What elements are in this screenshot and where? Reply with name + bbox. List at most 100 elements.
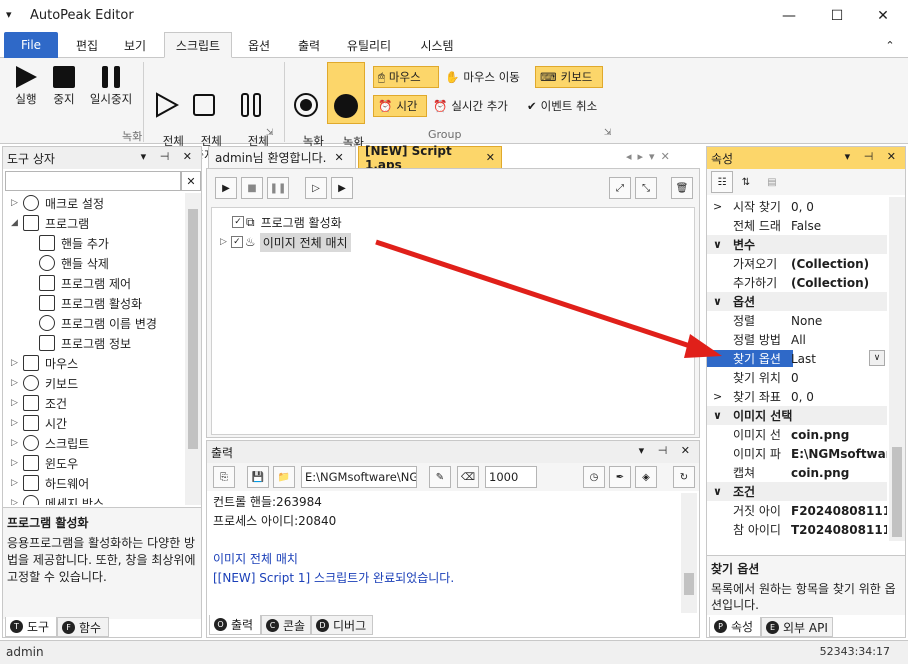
property-value[interactable]: Last: [791, 352, 816, 366]
close-button[interactable]: ✕: [860, 0, 906, 32]
toolbox-item[interactable]: ▷ 마우스: [11, 353, 78, 373]
script-run-button[interactable]: ▶: [215, 177, 237, 199]
expand-caret-icon[interactable]: ▷: [220, 237, 227, 247]
pen-icon[interactable]: ✒: [609, 466, 631, 488]
expand-caret-icon[interactable]: ▷: [11, 378, 23, 388]
property-pages-icon[interactable]: ▤: [761, 171, 783, 193]
tab-output[interactable]: 출력: [288, 32, 330, 58]
record-start-button[interactable]: 녹화 시작: [288, 62, 324, 162]
expand-caret-icon[interactable]: ∨: [713, 485, 722, 498]
property-row[interactable]: 추가하기 (Collection): [707, 273, 887, 292]
expand-caret-icon[interactable]: ▷: [11, 418, 23, 428]
toolbox-item[interactable]: 핸들 삭제: [39, 253, 109, 273]
collapse-ribbon-icon[interactable]: ⌃: [880, 32, 900, 58]
script-pause-button[interactable]: ❚❚: [267, 177, 289, 199]
expand-caret-icon[interactable]: ▷: [11, 478, 23, 488]
tab-file[interactable]: File: [4, 32, 58, 58]
toolbox-item[interactable]: ▷ 메세지 박스: [11, 493, 104, 505]
tab-edit[interactable]: 편집: [66, 32, 108, 58]
expand-caret-icon[interactable]: ∨: [713, 295, 722, 308]
toolbox-item[interactable]: 프로그램 정보: [39, 333, 131, 353]
app-menu-icon[interactable]: ▾: [6, 8, 12, 21]
property-category[interactable]: ∨ 옵션: [707, 292, 887, 311]
new-log-icon[interactable]: ⎘: [213, 466, 235, 488]
property-value[interactable]: (Collection): [791, 276, 869, 290]
expand-caret-icon[interactable]: ▷: [11, 438, 23, 448]
minimize-button[interactable]: —: [766, 0, 812, 32]
doc-nav-icons[interactable]: ◂▸▾✕: [626, 150, 676, 163]
property-row[interactable]: 이미지 파 E:\NGMsoftware: [707, 444, 887, 463]
tab-tools[interactable]: T 도구: [5, 617, 57, 637]
properties-scrollbar[interactable]: [889, 197, 905, 541]
expand-caret-icon[interactable]: ◢: [11, 218, 23, 228]
property-value[interactable]: All: [791, 333, 806, 347]
property-value[interactable]: 0, 0: [791, 390, 814, 404]
run-button[interactable]: 실행: [8, 64, 44, 106]
clear-search-button[interactable]: ✕: [181, 171, 201, 191]
time-toggle[interactable]: ⏰ 시간: [373, 95, 427, 117]
log-path-input[interactable]: E:\NGMsoftware\NG: [301, 466, 417, 488]
clock-icon[interactable]: ◷: [583, 466, 605, 488]
output-scrollbar[interactable]: [681, 493, 697, 613]
toolbox-item[interactable]: 프로그램 제어: [39, 273, 131, 293]
realtime-add-toggle[interactable]: ⏰ 실시간 추가: [429, 95, 521, 117]
toolbox-item[interactable]: 프로그램 활성화: [39, 293, 142, 313]
toolbox-item[interactable]: 프로그램 이름 변경: [39, 313, 157, 333]
sort-alpha-icon[interactable]: ⇅: [735, 171, 757, 193]
scroll-thumb[interactable]: [188, 209, 198, 449]
property-value[interactable]: (Collection): [791, 257, 869, 271]
log-count-stepper[interactable]: 1000: [485, 466, 537, 488]
property-value[interactable]: None: [791, 314, 822, 328]
toolbox-item[interactable]: ▷ 하드웨어: [11, 473, 89, 493]
toolbox-item[interactable]: ▷ 스크립트: [11, 433, 89, 453]
maximize-button[interactable]: ☐: [814, 0, 860, 32]
property-value[interactable]: 0, 0: [791, 200, 814, 214]
toolbox-item[interactable]: ▷ 매크로 설정: [11, 193, 104, 213]
expand-caret-icon[interactable]: ▷: [11, 358, 23, 368]
property-row[interactable]: 정렬 방법 All: [707, 330, 887, 349]
fill-bucket-icon[interactable]: ◈: [635, 466, 657, 488]
property-row[interactable]: > 시작 찾기 0, 0: [707, 197, 887, 216]
checkbox[interactable]: ✓: [232, 216, 244, 228]
toolbox-item[interactable]: 핸들 추가: [39, 233, 109, 253]
property-row[interactable]: 이미지 선 coin.png: [707, 425, 887, 444]
eraser-icon[interactable]: ⌫: [457, 466, 479, 488]
tab-console[interactable]: C 콘솔: [261, 615, 311, 635]
expand-caret-icon[interactable]: ▷: [11, 198, 23, 208]
folder-icon[interactable]: 📁: [273, 466, 295, 488]
expand-icon[interactable]: ⤢: [609, 177, 631, 199]
script-step-button[interactable]: ▷: [305, 177, 327, 199]
pause-button[interactable]: 일시중지: [84, 64, 138, 106]
toolbox-item[interactable]: ▷ 조건: [11, 393, 67, 413]
brush-clean-icon[interactable]: ✎: [429, 466, 451, 488]
close-icon[interactable]: ✕: [334, 151, 343, 164]
panel-controls-icon[interactable]: ▾ ⊣ ✕: [845, 150, 901, 163]
property-row[interactable]: 정렬 None: [707, 311, 887, 330]
tab-debug[interactable]: D 디버그: [311, 615, 373, 635]
tab-script[interactable]: 스크립트: [164, 32, 232, 58]
property-row[interactable]: 전체 드래 False: [707, 216, 887, 235]
property-row[interactable]: 캡쳐 coin.png: [707, 463, 887, 482]
property-value[interactable]: False: [791, 219, 821, 233]
expand-caret-icon[interactable]: ∨: [713, 409, 722, 422]
mouse-move-toggle[interactable]: ✋ 마우스 이동: [441, 66, 533, 88]
property-value[interactable]: coin.png: [791, 466, 849, 480]
keyboard-toggle[interactable]: ⌨ 키보드: [535, 66, 603, 88]
tab-properties[interactable]: P 속성: [709, 617, 761, 637]
property-row[interactable]: 찾기 옵션 Last ∨: [707, 349, 887, 368]
toolbox-item[interactable]: ◢ 프로그램: [11, 213, 89, 233]
expand-caret-icon[interactable]: ▷: [11, 498, 23, 505]
toolbox-search-input[interactable]: [5, 171, 181, 191]
toolbox-item[interactable]: ▷ 키보드: [11, 373, 78, 393]
script-stop-button[interactable]: ■: [241, 177, 263, 199]
panel-controls-icon[interactable]: ▾ ⊣ ✕: [141, 150, 197, 163]
stop-button[interactable]: 중지: [46, 64, 82, 106]
trash-icon[interactable]: 🗑: [671, 177, 693, 199]
property-category[interactable]: ∨ 변수: [707, 235, 887, 254]
dropdown-chevron-icon[interactable]: ∨: [869, 350, 885, 366]
expand-caret-icon[interactable]: >: [713, 200, 722, 213]
property-value[interactable]: T2024080811165: [791, 523, 887, 537]
group-launcher-icon[interactable]: ⇲: [266, 128, 274, 138]
group-launcher-icon[interactable]: ⇲: [604, 128, 612, 138]
property-value[interactable]: 0: [791, 371, 799, 385]
